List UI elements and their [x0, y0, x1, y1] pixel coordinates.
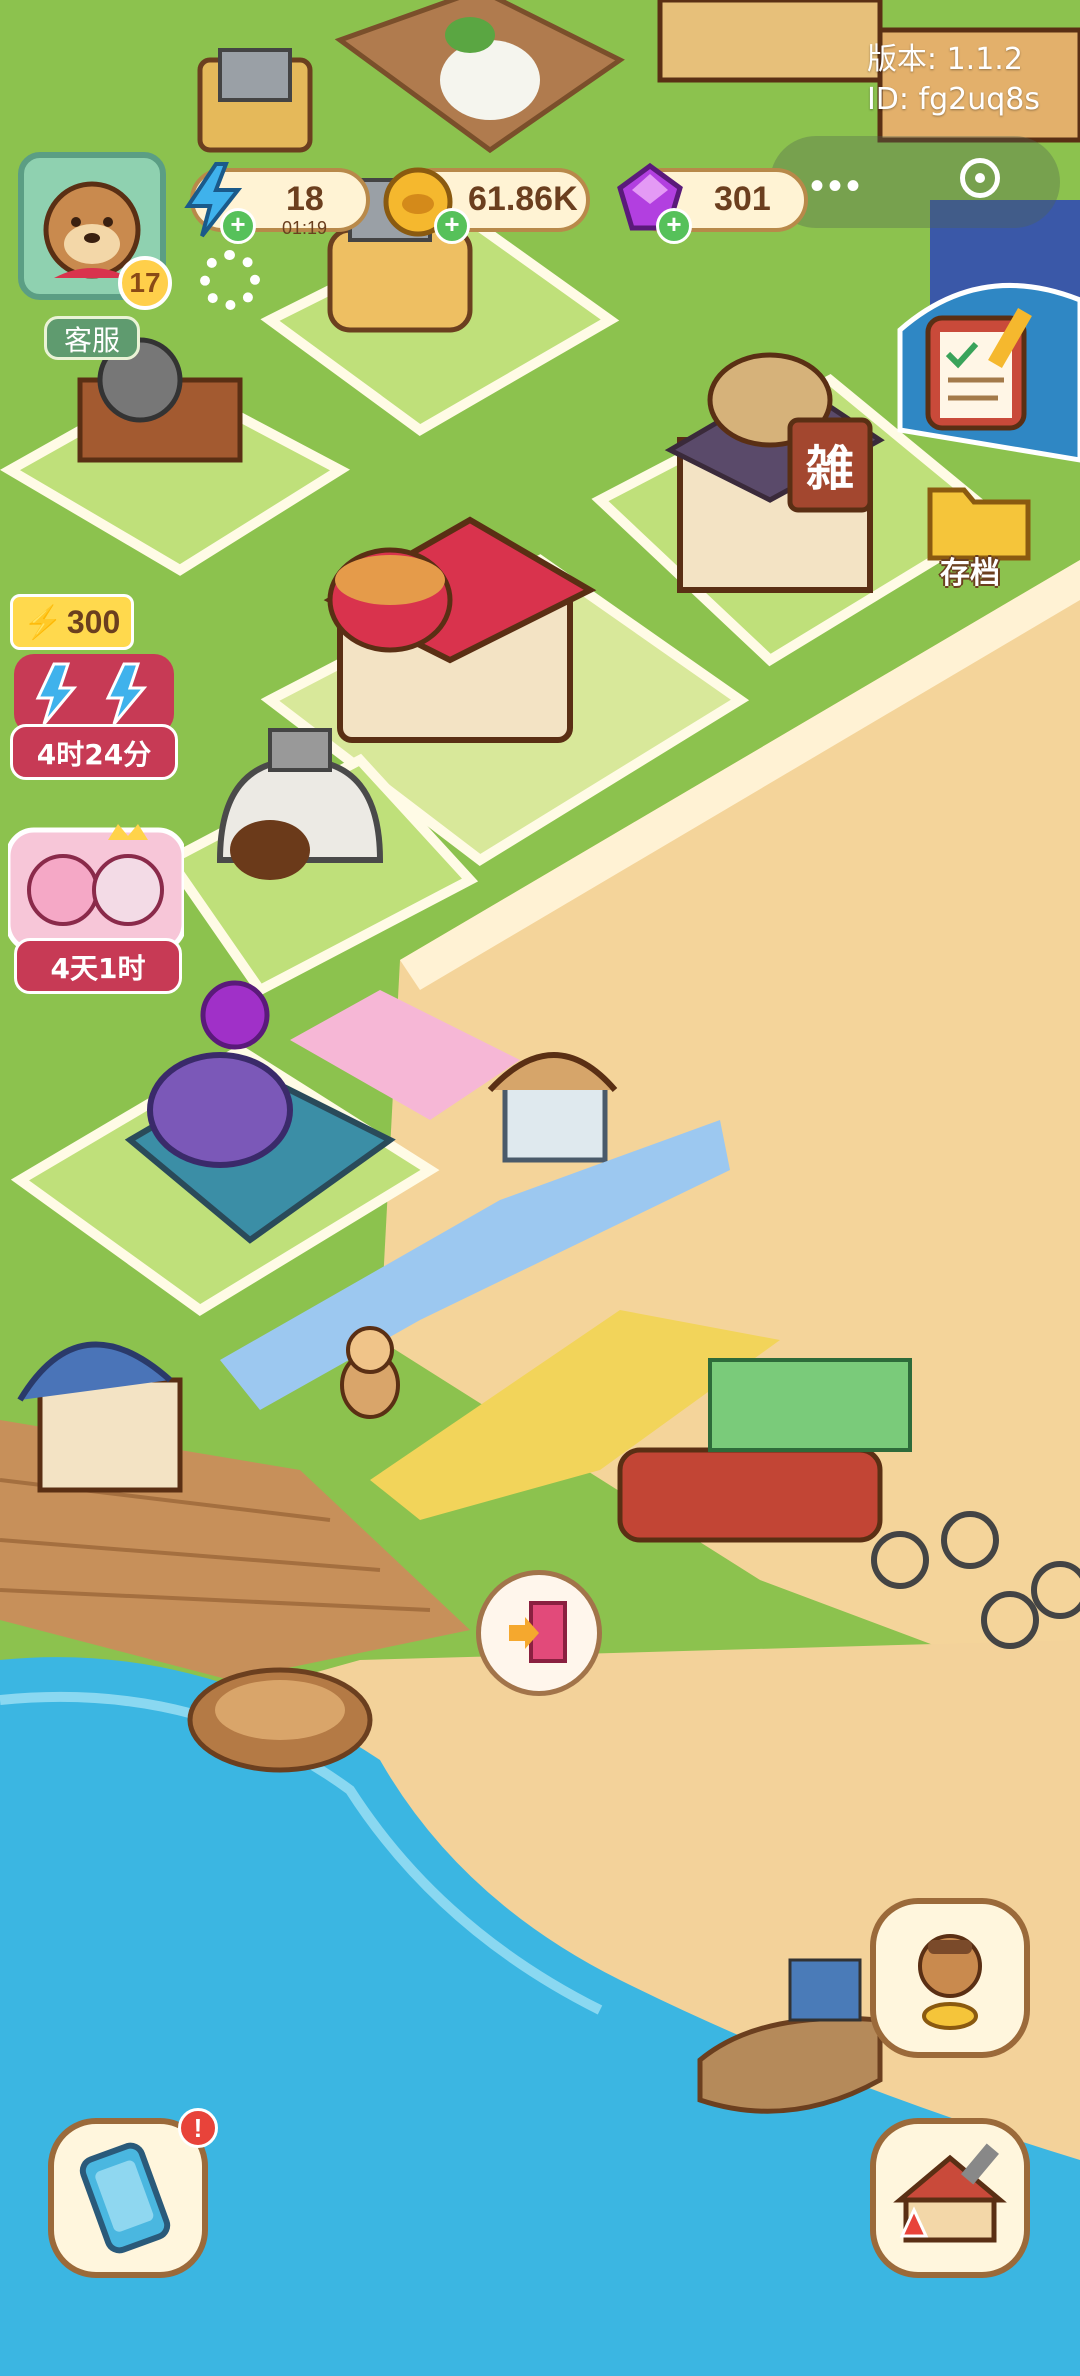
energy-value: 18 — [286, 180, 324, 218]
gem-value: 301 — [714, 180, 771, 218]
player-level-badge: 17 — [118, 256, 172, 310]
add-gems-button[interactable]: + — [656, 208, 692, 244]
quest-clipboard-icon[interactable] — [918, 304, 1038, 434]
more-options-icon[interactable]: ••• — [810, 164, 864, 209]
close-target-icon[interactable] — [960, 158, 1000, 198]
otter-rider-icon — [918, 1934, 982, 2030]
energy-pack-event[interactable]: ⚡ 300 4时24分 — [4, 590, 180, 790]
exit-door-button[interactable] — [476, 1570, 602, 1696]
save-button[interactable]: 存档 — [920, 470, 1040, 591]
shop-sign: 雑 — [805, 441, 854, 497]
add-energy-button[interactable]: + — [220, 208, 256, 244]
costume-characters-icon — [8, 824, 184, 950]
otter-character — [340, 1326, 400, 1419]
version-info: 版本: 1.1.2 ID: fg2uq8s — [867, 40, 1040, 120]
energy-bolts-icon — [14, 654, 174, 734]
mini-program-capsule[interactable]: ••• — [770, 136, 1060, 228]
flower-gazebo — [487, 1052, 618, 1163]
coin-value: 61.86K — [468, 180, 578, 218]
settings-gear-icon[interactable] — [200, 250, 260, 310]
blue-roof-house — [17, 1341, 183, 1493]
build-button[interactable] — [870, 2118, 1030, 2278]
costume-event[interactable]: 4天1时 — [8, 820, 184, 1000]
save-label: 存档 — [940, 556, 1000, 591]
player-id: ID: fg2uq8s — [866, 82, 1040, 117]
grinder-machine — [197, 48, 313, 153]
customer-service-button[interactable]: 客服 — [44, 316, 140, 360]
notification-badge: ! — [178, 2108, 218, 2148]
costume-event-countdown: 4天1时 — [14, 938, 182, 994]
door-exit-icon — [509, 1601, 567, 1663]
build-house-icon — [893, 2143, 1007, 2243]
add-coins-button[interactable]: + — [434, 208, 470, 244]
smartphone-icon — [79, 2142, 171, 2254]
energy-pack-countdown: 4时24分 — [10, 724, 178, 780]
energy-timer: 01:19 — [282, 218, 328, 238]
lightning-icon: ⚡ — [23, 604, 63, 640]
energy-pack-amount: ⚡ 300 — [10, 594, 134, 650]
character-button[interactable] — [870, 1898, 1030, 2058]
version-text: 版本: 1.1.2 — [866, 42, 1023, 77]
